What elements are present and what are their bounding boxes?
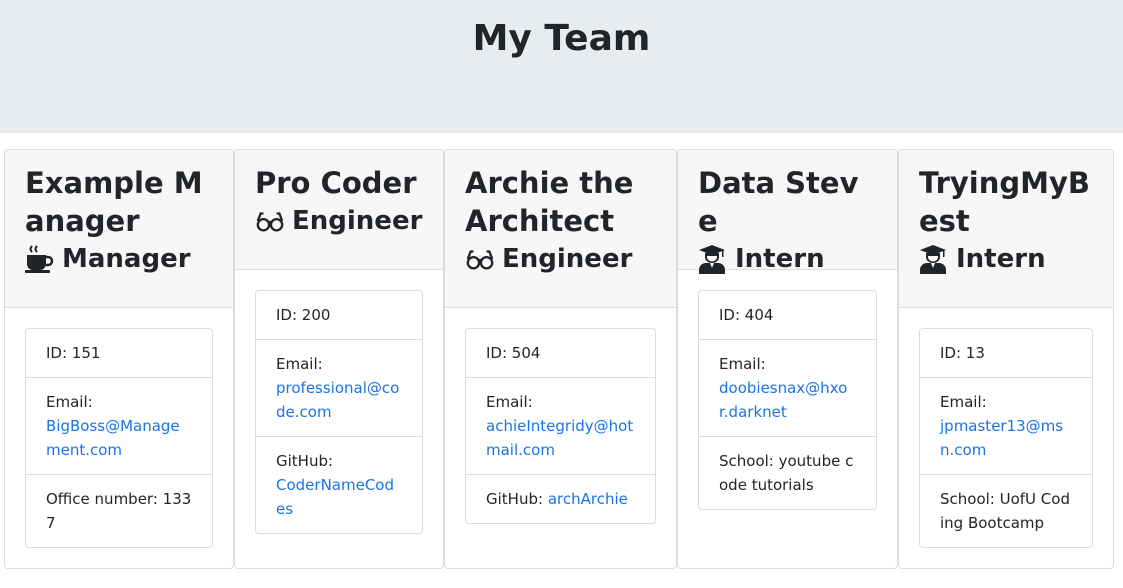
email-label: Email: [940,393,987,411]
employee-id: ID: 504 [466,329,655,378]
employee-name: Data Steve [698,166,859,238]
employee-card-intern: Data Steve Intern ID: 404 Email: doobies… [677,149,898,569]
glasses-icon [255,207,285,235]
card-header: Example Manager Manager [5,150,233,308]
employee-email-item: Email: achieIntegridy@hotmail.com [466,378,655,475]
employee-id: ID: 404 [699,291,876,340]
employee-email-item: Email: professional@code.com [256,340,422,437]
github-label: GitHub: [486,490,544,508]
employee-name: TryingMyBest [919,166,1091,238]
employee-role: Intern [919,240,1093,278]
card-header: Archie the Architect Engineer [445,150,676,308]
employee-details-list: ID: 13 Email: jpmaster13@msn.com School:… [919,328,1093,548]
email-label: Email: [719,355,766,373]
employee-name: Example Manager [25,166,203,238]
employee-role: Manager [25,240,213,278]
employee-card-engineer: Archie the Architect Engineer ID: 504 Em… [444,149,677,569]
employee-role-label: Intern [735,244,825,274]
employee-role-label: Engineer [502,244,633,274]
mug-hot-icon [25,245,55,273]
email-link[interactable]: jpmaster13@msn.com [940,417,1063,459]
github-link[interactable]: CoderNameCodes [276,476,394,518]
employee-id: ID: 151 [26,329,212,378]
github-item: GitHub: archArchie [466,475,655,523]
github-item: GitHub: CoderNameCodes [256,437,422,533]
email-link[interactable]: achieIntegridy@hotmail.com [486,417,633,459]
employee-details-list: ID: 200 Email: professional@code.com Git… [255,290,423,534]
school-item: School: youtube code tutorials [719,452,854,494]
email-label: Email: [46,393,93,411]
email-link[interactable]: doobiesnax@hxor.darknet [719,379,847,421]
card-header: Data Steve Intern [678,150,897,274]
employee-email-item: Email: BigBoss@Management.com [26,378,212,475]
github-link[interactable]: archArchie [548,490,628,508]
email-link[interactable]: BigBoss@Management.com [46,417,180,459]
employee-role-label: Intern [956,244,1046,274]
employee-details-list: ID: 151 Email: BigBoss@Management.com Of… [25,328,213,548]
employee-details-list: ID: 404 Email: doobiesnax@hxor.darknet S… [698,290,877,510]
user-graduate-icon [919,245,949,274]
employee-role-label: Engineer [292,206,423,236]
employee-card-intern: TryingMyBest Intern ID: 13 Email: jpmast… [898,149,1114,569]
page-title: My Team [472,18,651,59]
employee-role-label: Manager [62,244,191,274]
email-label: Email: [486,393,533,411]
github-label: GitHub: [276,452,334,470]
employee-details-list: ID: 504 Email: achieIntegridy@hotmail.co… [465,328,656,524]
email-label: Email: [276,355,323,373]
employee-card-manager: Example Manager Manager ID: 151 Email: B… [4,149,234,569]
card-header: TryingMyBest Intern [899,150,1113,308]
employee-name: Archie the Architect [465,166,634,238]
office-number: Office number: 1337 [46,490,192,532]
glasses-icon [465,245,495,273]
email-link[interactable]: professional@code.com [276,379,399,421]
card-header: Pro Coder Engineer [235,150,443,270]
employee-card-engineer: Pro Coder Engineer ID: 200 Email: profes… [234,149,444,569]
employee-email-item: Email: doobiesnax@hxor.darknet [699,340,876,437]
page-header: My Team [0,0,1123,133]
employee-role: Engineer [255,202,423,240]
employee-role: Engineer [465,240,656,278]
employee-role: Intern [698,240,877,278]
employee-name: Pro Coder [255,166,417,200]
employee-id: ID: 200 [256,291,422,340]
school-item: School: UofU Coding Bootcamp [940,490,1070,532]
user-graduate-icon [698,245,728,274]
employee-id: ID: 13 [920,329,1092,378]
employee-email-item: Email: jpmaster13@msn.com [920,378,1092,475]
